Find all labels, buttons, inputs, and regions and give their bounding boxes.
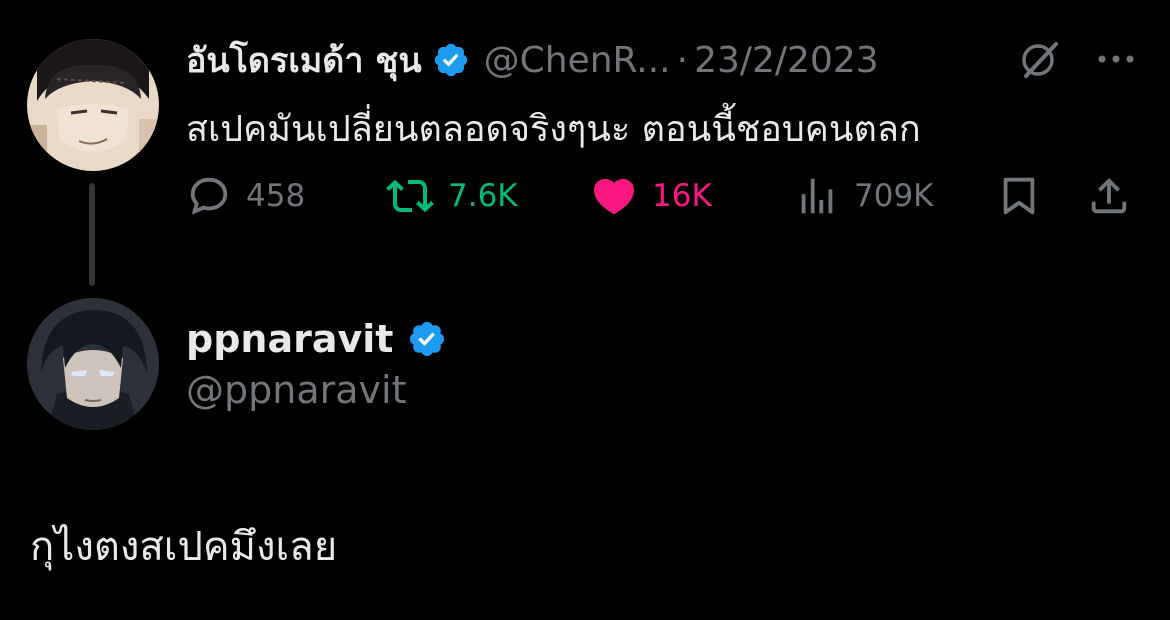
tweet-text: สเปคมันเปลี่ยนตลอดจริงๆนะ ตอนนี้ชอบคนตลก [186, 109, 921, 150]
share-icon [1086, 173, 1132, 219]
views-icon [794, 173, 840, 219]
dot-separator: · [676, 39, 689, 81]
thread-connector-line [89, 183, 95, 286]
bookmark-icon [996, 173, 1042, 219]
like-count: 16K [652, 178, 712, 214]
reply-count: 458 [246, 178, 306, 214]
more-options-icon[interactable] [1094, 42, 1138, 76]
reply-author-display-name[interactable]: ppnaravit [186, 317, 393, 361]
like-button[interactable]: 16K [590, 170, 712, 222]
reply-button[interactable]: 458 [186, 170, 305, 222]
heart-icon [590, 172, 638, 220]
reply-author-header: ppnaravit [186, 314, 447, 364]
views-count: 709K [854, 178, 934, 214]
reply-author-handle[interactable]: @ppnaravit [186, 368, 406, 412]
retweet-count: 7.6K [448, 178, 518, 214]
tweet-date[interactable]: 23/2/2023 [694, 40, 879, 81]
tweet-header: อันโดรเมด้า ชุน @ChenR... · 23/2/2023 [186, 36, 1136, 84]
tweet-actions-bar: 458 7.6K 16K 709K [186, 170, 1146, 222]
retweet-button[interactable]: 7.6K [386, 170, 518, 222]
verified-badge-icon [407, 319, 447, 359]
reply-text: กุไงตงสเปคมึงเลย [30, 524, 338, 570]
avatar-ppnaravit[interactable] [27, 298, 159, 430]
retweet-icon [386, 172, 434, 220]
bookmark-button[interactable] [996, 170, 1042, 222]
author-handle[interactable]: @ChenR... [484, 40, 671, 81]
author-display-name[interactable]: อันโดรเมด้า ชุน [186, 33, 422, 87]
verified-badge-icon [432, 41, 470, 79]
share-button[interactable] [1086, 170, 1132, 222]
views-button[interactable]: 709K [794, 170, 934, 222]
grok-icon[interactable] [1018, 38, 1062, 82]
reply-icon [186, 173, 232, 219]
avatar-chenr[interactable] [27, 39, 159, 171]
